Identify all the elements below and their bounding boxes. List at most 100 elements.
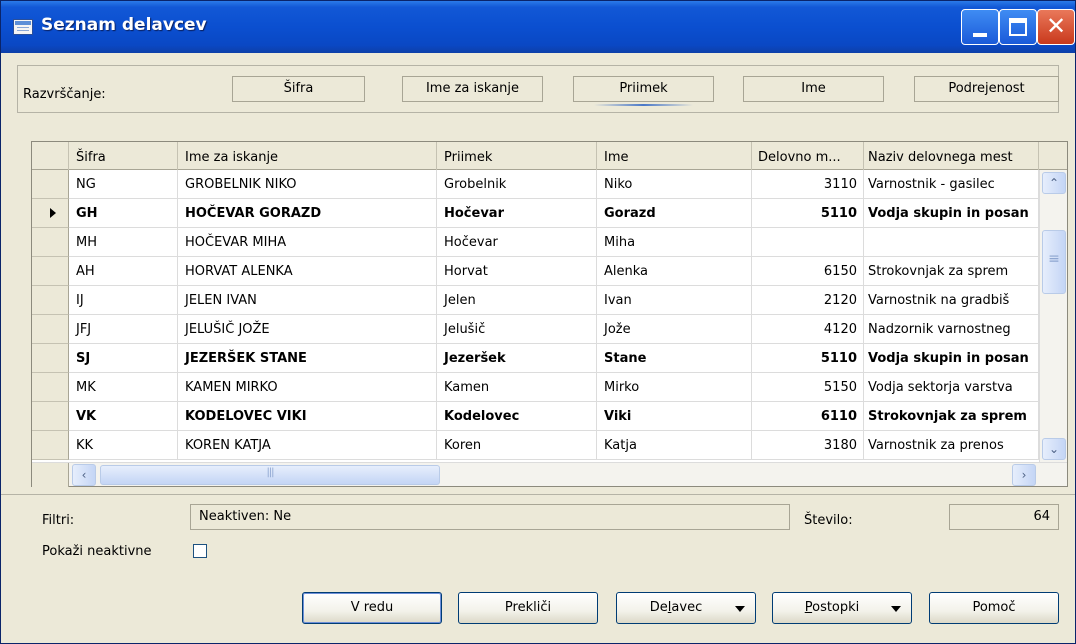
cell-sifra[interactable]: JFJ — [69, 315, 178, 344]
cell-sifra[interactable]: GH — [69, 199, 178, 228]
row-selector[interactable] — [32, 431, 69, 460]
cell-delovno-mesto[interactable]: 4120 — [752, 315, 864, 344]
cell-delovno-mesto[interactable]: 5150 — [752, 373, 864, 402]
cell-ime-za-iskanje[interactable]: HOČEVAR MIHA — [178, 228, 437, 257]
cell-ime[interactable]: Katja — [597, 431, 752, 460]
row-selector[interactable] — [32, 228, 69, 257]
cell-sifra[interactable]: MH — [69, 228, 178, 257]
vertical-scroll-thumb[interactable] — [1042, 230, 1066, 294]
cell-delovno-mesto[interactable]: 3110 — [752, 170, 864, 199]
cell-ime-za-iskanje[interactable]: KODELOVEC VIKI — [178, 402, 437, 431]
row-selector[interactable] — [32, 286, 69, 315]
cell-priimek[interactable]: Kodelovec — [437, 402, 597, 431]
cell-delovno-mesto[interactable]: 2120 — [752, 286, 864, 315]
cell-naziv[interactable]: Vodja skupin in posan — [864, 199, 1039, 228]
scroll-left-button[interactable]: ‹ — [72, 464, 96, 486]
cell-naziv[interactable]: Strokovnjak za sprem — [864, 402, 1039, 431]
row-selector[interactable] — [32, 199, 69, 228]
cell-priimek[interactable]: Kamen — [437, 373, 597, 402]
column-header-sifra[interactable]: Šifra — [69, 142, 178, 170]
cell-ime[interactable]: Stane — [597, 344, 752, 373]
cell-naziv[interactable]: Strokovnjak za sprem — [864, 257, 1039, 286]
cell-ime[interactable]: Niko — [597, 170, 752, 199]
cell-ime[interactable]: Viki — [597, 402, 752, 431]
cell-ime[interactable]: Alenka — [597, 257, 752, 286]
cell-ime-za-iskanje[interactable]: GROBELNIK NIKO — [178, 170, 437, 199]
employee-menu-button[interactable]: Delavec — [616, 592, 756, 624]
sort-button-sifra[interactable]: Šifra — [232, 76, 365, 102]
cell-priimek[interactable]: Hočevar — [437, 228, 597, 257]
cell-ime-za-iskanje[interactable]: JELUŠIČ JOŽE — [178, 315, 437, 344]
table-row[interactable]: MH HOČEVAR MIHA Hočevar Miha — [32, 228, 1039, 257]
cell-naziv[interactable]: Varnostnik na gradbiš — [864, 286, 1039, 315]
cell-priimek[interactable]: Grobelnik — [437, 170, 597, 199]
sort-button-ime[interactable]: Ime — [743, 76, 884, 102]
cell-priimek[interactable]: Koren — [437, 431, 597, 460]
cell-delovno-mesto[interactable]: 6150 — [752, 257, 864, 286]
ok-button[interactable]: V redu — [302, 592, 442, 624]
cell-ime-za-iskanje[interactable]: KOREN KATJA — [178, 431, 437, 460]
help-button[interactable]: Pomoč — [929, 592, 1059, 624]
table-row[interactable]: AH HORVAT ALENKA Horvat Alenka 6150 Strokovnj… — [32, 257, 1039, 286]
row-selector[interactable] — [32, 315, 69, 344]
sort-button-ime-za-iskanje[interactable]: Ime za iskanje — [402, 76, 543, 102]
cell-naziv[interactable]: Varnostnik za prenos — [864, 431, 1039, 460]
table-row[interactable]: GH HOČEVAR GORAZD Hočevar Gorazd 5110 Vodja s… — [32, 199, 1039, 228]
row-selector[interactable] — [32, 344, 69, 373]
cell-sifra[interactable]: NG — [69, 170, 178, 199]
table-row[interactable]: VK KODELOVEC VIKI Kodelovec Viki 6110 Strokov… — [32, 402, 1039, 431]
scroll-right-button[interactable]: › — [1012, 464, 1036, 486]
minimize-button[interactable] — [961, 9, 999, 45]
cell-priimek[interactable]: Hočevar — [437, 199, 597, 228]
cell-ime[interactable]: Mirko — [597, 373, 752, 402]
table-row[interactable]: KK KOREN KATJA Koren Katja 3180 Varnostnik za… — [32, 431, 1039, 460]
cell-ime-za-iskanje[interactable]: HOČEVAR GORAZD — [178, 199, 437, 228]
cell-ime[interactable]: Ivan — [597, 286, 752, 315]
table-row[interactable]: JFJ JELUŠIČ JOŽE Jelušič Jože 4120 Nadzornik … — [32, 315, 1039, 344]
horizontal-scrollbar[interactable]: ‹ › — [32, 462, 1067, 487]
column-header-ime-za-iskanje[interactable]: Ime za iskanje — [178, 142, 437, 170]
cell-sifra[interactable]: AH — [69, 257, 178, 286]
cell-ime[interactable]: Jože — [597, 315, 752, 344]
sort-button-podrejenost[interactable]: Podrejenost — [914, 76, 1059, 102]
cell-delovno-mesto[interactable] — [752, 228, 864, 257]
row-selector[interactable] — [32, 170, 69, 199]
cell-sifra[interactable]: VK — [69, 402, 178, 431]
cell-naziv[interactable]: Varnostnik - gasilec — [864, 170, 1039, 199]
cell-sifra[interactable]: MK — [69, 373, 178, 402]
cell-ime[interactable]: Miha — [597, 228, 752, 257]
cell-naziv[interactable]: Vodja sektorja varstva — [864, 373, 1039, 402]
cell-naziv[interactable]: Nadzornik varnostneg — [864, 315, 1039, 344]
cell-naziv[interactable]: Vodja skupin in posan — [864, 344, 1039, 373]
cell-ime-za-iskanje[interactable]: KAMEN MIRKO — [178, 373, 437, 402]
actions-menu-button[interactable]: Postopki — [772, 592, 912, 624]
cell-sifra[interactable]: IJ — [69, 286, 178, 315]
title-bar[interactable]: Seznam delavcev ✕ — [1, 1, 1075, 53]
scroll-down-button[interactable]: ⌄ — [1042, 438, 1066, 460]
show-inactive-checkbox[interactable] — [193, 544, 207, 558]
row-selector[interactable] — [32, 402, 69, 431]
close-button[interactable]: ✕ — [1037, 9, 1075, 45]
cell-priimek[interactable]: Jelen — [437, 286, 597, 315]
row-selector[interactable] — [32, 257, 69, 286]
table-row[interactable]: SJ JEZERŠEK STANE Jezeršek Stane 5110 Vodja s… — [32, 344, 1039, 373]
horizontal-scroll-thumb[interactable] — [100, 465, 440, 485]
cell-priimek[interactable]: Jezeršek — [437, 344, 597, 373]
table-row[interactable]: NG GROBELNIK NIKO Grobelnik Niko 3110 Varnost… — [32, 170, 1039, 199]
column-header-delovno-mesto[interactable]: Delovno m... — [752, 142, 864, 170]
cell-delovno-mesto[interactable]: 5110 — [752, 199, 864, 228]
cell-priimek[interactable]: Jelušič — [437, 315, 597, 344]
row-selector[interactable] — [32, 373, 69, 402]
column-header-naziv[interactable]: Naziv delovnega mest — [864, 142, 1039, 170]
cancel-button[interactable]: Prekliči — [458, 592, 598, 624]
maximize-button[interactable] — [999, 9, 1037, 45]
cell-delovno-mesto[interactable]: 6110 — [752, 402, 864, 431]
table-row[interactable]: IJ JELEN IVAN Jelen Ivan 2120 Varnostnik na g… — [32, 286, 1039, 315]
column-header-ime[interactable]: Ime — [597, 142, 752, 170]
cell-priimek[interactable]: Horvat — [437, 257, 597, 286]
cell-delovno-mesto[interactable]: 5110 — [752, 344, 864, 373]
sort-button-priimek[interactable]: Priimek — [573, 76, 714, 106]
scroll-up-button[interactable]: ⌃ — [1042, 172, 1066, 194]
vertical-scrollbar[interactable]: ⌃ ⌄ — [1039, 170, 1067, 462]
cell-naziv[interactable] — [864, 228, 1039, 257]
